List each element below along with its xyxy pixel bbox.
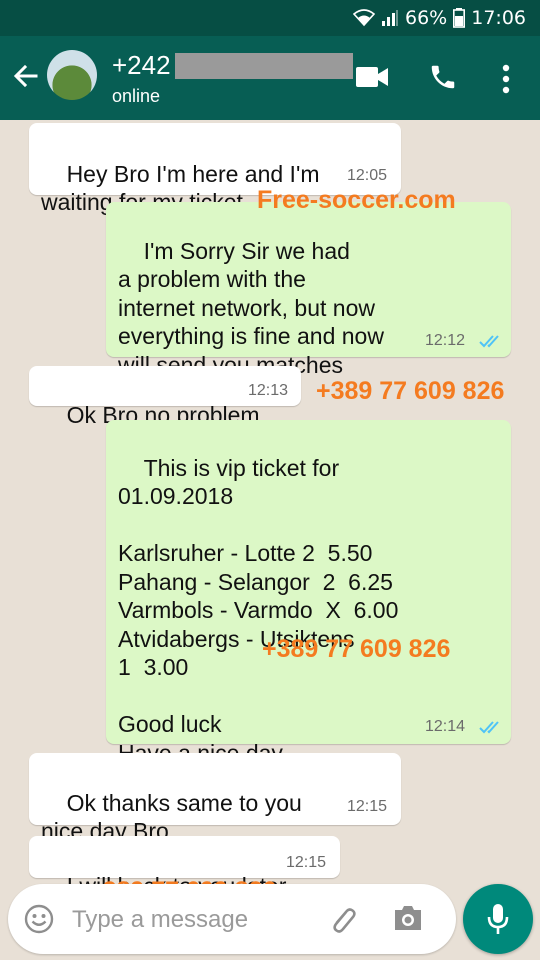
contact-name[interactable]: +242	[112, 50, 171, 81]
back-arrow-icon[interactable]	[10, 60, 42, 92]
message-outgoing[interactable]: This is vip ticket for 01.09.2018 Karlsr…	[106, 420, 511, 766]
contact-status: online	[112, 86, 161, 106]
attach-icon[interactable]	[326, 903, 358, 935]
battery-percent: 66%	[405, 7, 448, 29]
wifi-icon	[353, 9, 375, 27]
more-options-icon[interactable]	[500, 64, 512, 94]
message-time: 12:15	[286, 854, 327, 871]
message-composer[interactable]: Type a message	[8, 884, 456, 954]
video-call-icon[interactable]	[355, 66, 389, 88]
watermark-phone: +389 77 609 826	[316, 377, 505, 405]
message-time: 12:14	[425, 718, 466, 735]
watermark-phone: +389 77 609 826	[262, 635, 451, 663]
clock: 17:06	[471, 7, 526, 29]
phone-icon[interactable]	[428, 62, 458, 92]
status-bar: 66% 17:06	[0, 0, 540, 36]
chat-header: +242 online	[0, 36, 540, 120]
watermark-site: Free-soccer.com	[257, 186, 456, 214]
read-receipt-icon	[479, 335, 499, 348]
avatar[interactable]	[47, 50, 97, 100]
signal-icon	[382, 10, 398, 26]
message-incoming[interactable]: Ok thanks same to you nice day Bro	[29, 753, 401, 844]
message-time: 12:05	[347, 167, 388, 184]
camera-icon[interactable]	[392, 904, 424, 932]
redacted-number-bar	[175, 53, 353, 79]
message-time: 12:15	[347, 798, 388, 815]
message-incoming[interactable]: Hey Bro I'm here and I'm waiting for my …	[29, 123, 401, 215]
read-receipt-icon	[479, 721, 499, 734]
message-input[interactable]: Type a message	[72, 906, 248, 934]
message-time: 12:13	[248, 382, 289, 399]
message-list[interactable]: Hey Bro I'm here and I'm waiting for my …	[0, 120, 540, 905]
emoji-icon[interactable]	[24, 904, 54, 934]
mic-button[interactable]	[463, 884, 533, 954]
message-time: 12:12	[425, 332, 466, 349]
battery-icon	[453, 8, 466, 28]
microphone-icon	[487, 904, 509, 934]
message-text: This is vip ticket for 01.09.2018 Karlsr…	[118, 454, 399, 766]
message-text: I'm Sorry Sir we had a problem with the …	[118, 237, 384, 378]
